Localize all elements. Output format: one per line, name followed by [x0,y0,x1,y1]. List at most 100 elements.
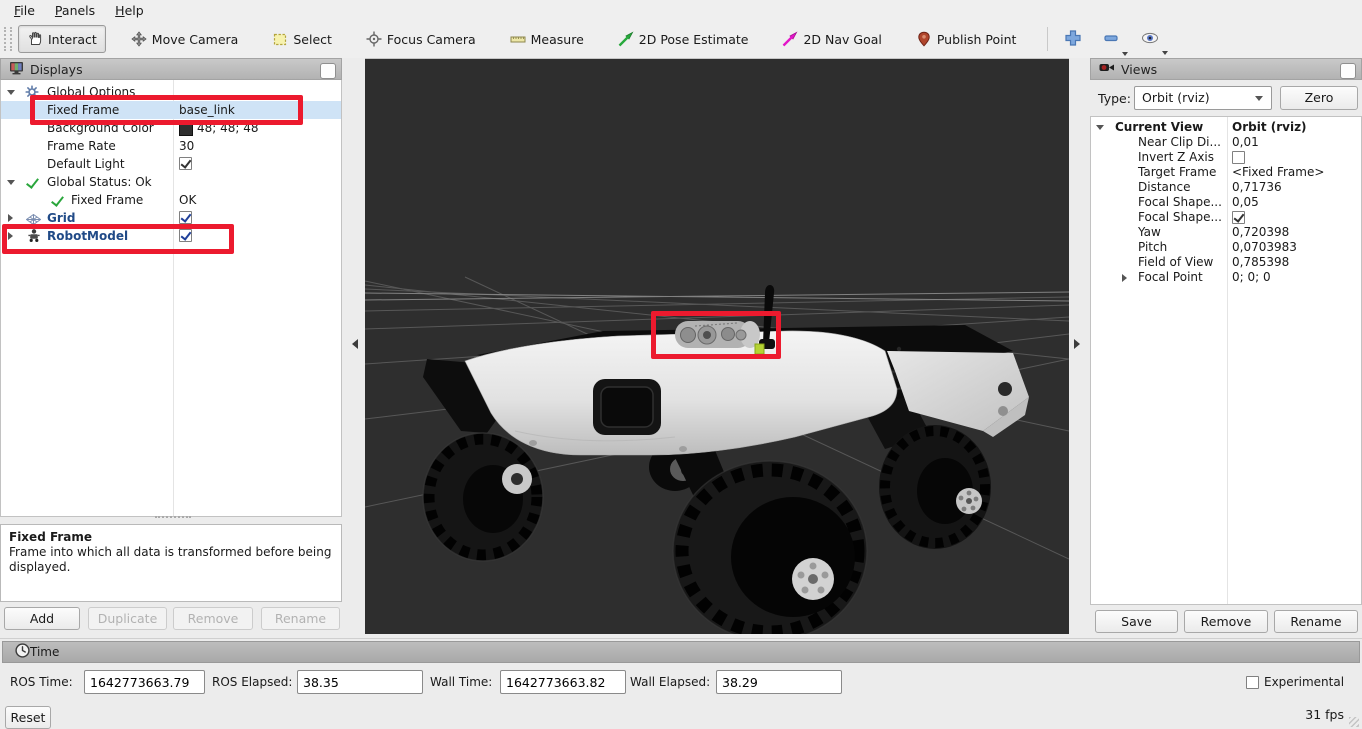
clock-icon [15,643,30,661]
tree-row-pitch[interactable]: Pitch 0,0703983 [1091,240,1361,255]
dropdown-arrow-icon [1122,52,1128,56]
save-view-button[interactable]: Save [1095,610,1178,633]
tree-row-grid[interactable]: Grid [1,209,341,227]
visibility-tool-button[interactable] [1134,26,1166,53]
collapse-icon[interactable] [1096,125,1104,130]
rename-display-button[interactable]: Rename [261,607,340,630]
color-swatch[interactable] [179,122,193,136]
menu-file[interactable]: File [4,1,45,20]
expand-icon[interactable] [8,214,13,222]
collapse-icon[interactable] [7,180,15,185]
tree-row-fixed-frame[interactable]: Fixed Frame base_link [1,101,341,119]
remove-view-button[interactable]: Remove [1184,610,1268,633]
row-label: Fixed Frame [71,191,143,209]
tree-row-yaw[interactable]: Yaw 0,720398 [1091,225,1361,240]
tree-row-global-status[interactable]: Global Status: Ok [1,173,341,191]
tree-row-invert-z[interactable]: Invert Z Axis [1091,150,1361,165]
tree-row-focal-shape-size[interactable]: Focal Shape... 0,05 [1091,195,1361,210]
tree-row-frame-rate[interactable]: Frame Rate 30 [1,137,341,155]
left-splitter[interactable] [342,58,365,638]
views-panel: Views Type: Orbit (rviz) Zero Current Vi… [1090,58,1362,638]
panel-float-button[interactable] [1340,63,1356,79]
row-label: Pitch [1138,240,1167,255]
views-panel-titlebar[interactable]: Views [1090,58,1362,80]
tree-row-distance[interactable]: Distance 0,71736 [1091,180,1361,195]
nav-goal-tool-button[interactable]: 2D Nav Goal [773,25,890,53]
tree-row-focal-point[interactable]: Focal Point 0; 0; 0 [1091,270,1361,285]
hand-icon [27,31,43,47]
tree-row-current-view[interactable]: Current View Orbit (rviz) [1091,120,1361,135]
collapse-right-arrow-icon[interactable] [1074,339,1080,349]
row-value[interactable]: 0,05 [1232,195,1259,210]
remove-tool-button[interactable] [1096,25,1126,54]
wall-time-input[interactable] [500,670,626,694]
menu-panels[interactable]: Panels [45,1,105,20]
ros-time-input[interactable] [84,670,205,694]
help-body: Frame into which all data is transformed… [9,545,333,575]
interact-tool-button[interactable]: Interact [18,25,106,53]
3d-viewport[interactable] [365,59,1069,634]
tree-row-global-options[interactable]: Global Options [1,83,341,101]
time-panel-titlebar[interactable]: Time [2,641,1360,663]
measure-tool-button[interactable]: Measure [501,25,593,53]
tree-row-background-color[interactable]: Background Color 48; 48; 48 [1,119,341,137]
wall-elapsed-input[interactable] [716,670,842,694]
rename-view-button[interactable]: Rename [1274,610,1358,633]
publish-point-tool-button[interactable]: Publish Point [907,25,1026,53]
remove-display-button[interactable]: Remove [173,607,253,630]
invert-z-checkbox[interactable] [1232,151,1245,164]
tree-row-fixed-frame-status[interactable]: Fixed Frame OK [1,191,341,209]
sensor-module [675,321,760,348]
tree-row-default-light[interactable]: Default Light [1,155,341,173]
rviz-window: File Panels Help Interact Move Camera Se… [0,0,1362,729]
toolbar-drag-handle[interactable] [4,27,12,51]
view-type-row: Type: Orbit (rviz) Zero [1090,86,1362,112]
move-camera-tool-button[interactable]: Move Camera [122,25,248,53]
row-value[interactable]: 0,0703983 [1232,240,1297,255]
collapse-icon[interactable] [7,90,15,95]
row-value[interactable]: <Fixed Frame> [1232,165,1324,180]
row-value[interactable]: 0; 0; 0 [1232,270,1271,285]
duplicate-display-button[interactable]: Duplicate [88,607,167,630]
reset-button[interactable]: Reset [5,706,51,729]
row-value[interactable]: 0,785398 [1232,255,1289,270]
window-resize-grip[interactable] [1349,717,1359,727]
row-value[interactable]: 0,71736 [1232,180,1282,195]
zero-button[interactable]: Zero [1280,86,1358,110]
time-panel-title: Time [30,645,59,659]
expand-icon[interactable] [8,232,13,240]
panel-float-button[interactable] [320,63,336,79]
add-tool-button[interactable] [1058,25,1088,54]
view-type-dropdown[interactable]: Orbit (rviz) [1134,86,1272,110]
ros-elapsed-input[interactable] [297,670,423,694]
views-panel-title: Views [1121,62,1157,77]
panel-splitter-handle[interactable] [155,516,191,522]
robotmodel-checkbox[interactable] [179,229,192,242]
focus-icon [366,31,382,47]
frame-rate-value[interactable]: 30 [179,137,194,155]
pose-estimate-tool-button[interactable]: 2D Pose Estimate [609,25,758,53]
tree-row-robotmodel[interactable]: RobotModel [1,227,341,245]
row-value[interactable]: 0,01 [1232,135,1259,150]
tree-row-focal-shape-fixed[interactable]: Focal Shape... [1091,210,1361,225]
default-light-checkbox[interactable] [179,157,192,170]
tree-row-near-clip[interactable]: Near Clip Di... 0,01 [1091,135,1361,150]
expand-icon[interactable] [1122,274,1127,282]
menu-help[interactable]: Help [105,1,154,20]
tree-row-target-frame[interactable]: Target Frame <Fixed Frame> [1091,165,1361,180]
fps-counter: 31 fps [1305,707,1344,722]
right-splitter[interactable] [1069,58,1090,638]
collapse-left-arrow-icon[interactable] [352,339,358,349]
focal-shape-checkbox[interactable] [1232,211,1245,224]
displays-panel-titlebar[interactable]: Displays [0,58,342,80]
background-color-value[interactable]: 48; 48; 48 [197,119,259,137]
row-value[interactable]: 0,720398 [1232,225,1289,240]
fixed-frame-value[interactable]: base_link [179,101,235,119]
focus-camera-tool-button[interactable]: Focus Camera [357,25,485,53]
add-display-button[interactable]: Add [4,607,80,630]
grid-checkbox[interactable] [179,211,192,224]
tree-row-field-of-view[interactable]: Field of View 0,785398 [1091,255,1361,270]
experimental-checkbox[interactable] [1246,676,1259,689]
select-box-icon [272,31,288,47]
select-tool-button[interactable]: Select [263,25,341,53]
